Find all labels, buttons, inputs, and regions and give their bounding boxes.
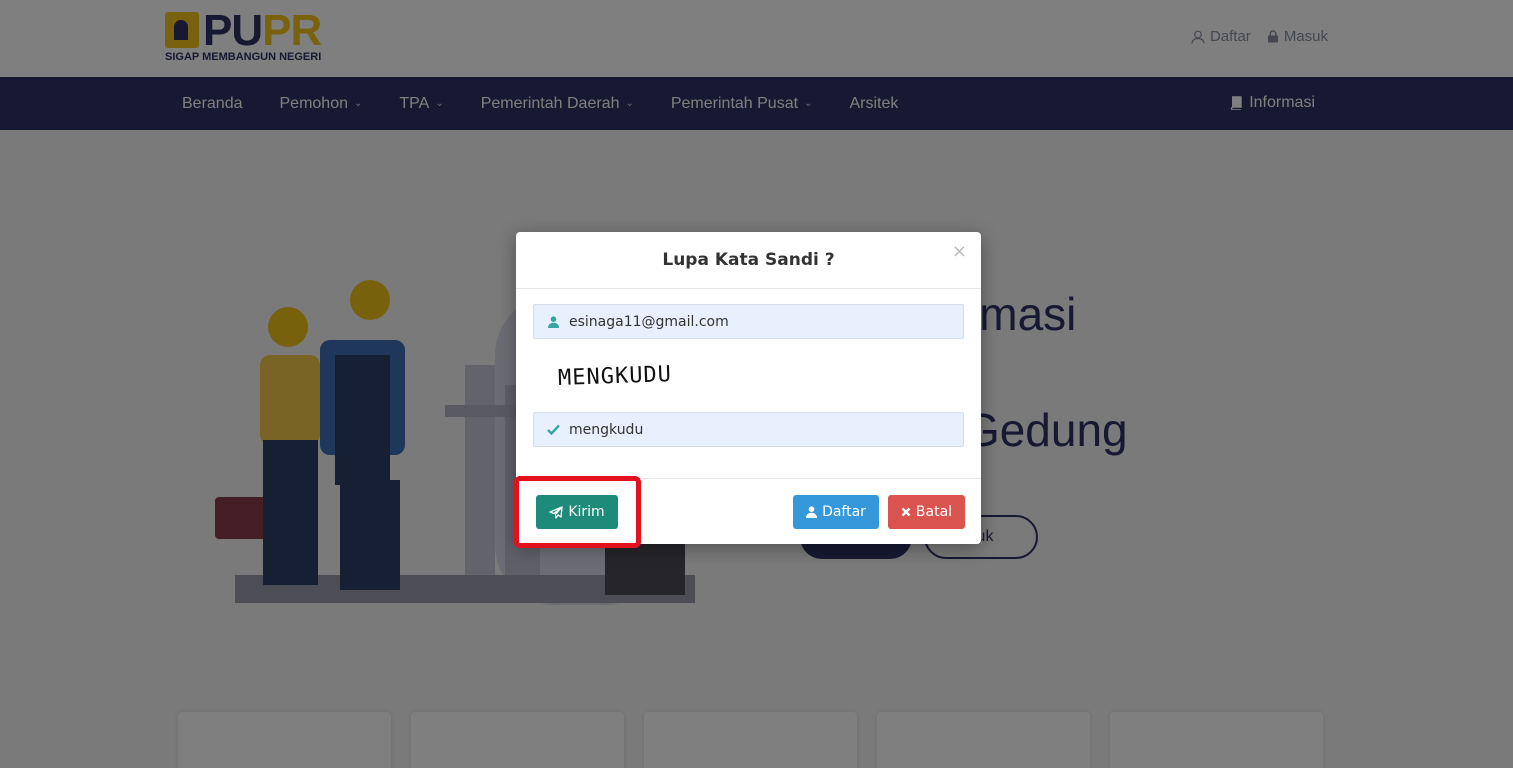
batal-button[interactable]: Batal [888, 495, 965, 529]
daftar-button-label: Daftar [822, 504, 866, 520]
close-icon [901, 507, 911, 517]
email-field[interactable]: esinaga11@gmail.com [533, 304, 964, 339]
captcha-image: MENGKUDU [557, 362, 673, 391]
modal-title: Lupa Kata Sandi ? [662, 250, 835, 270]
close-icon[interactable]: × [952, 241, 967, 262]
email-value: esinaga11@gmail.com [569, 313, 729, 330]
captcha-value: mengkudu [569, 421, 644, 438]
daftar-button[interactable]: Daftar [793, 495, 879, 529]
highlight-box [514, 476, 641, 548]
captcha-input[interactable]: mengkudu [533, 412, 964, 447]
user-icon [546, 315, 560, 328]
check-icon [546, 424, 560, 435]
modal-header: Lupa Kata Sandi ? × [516, 232, 981, 289]
user-icon [806, 506, 818, 518]
batal-button-label: Batal [915, 504, 953, 520]
